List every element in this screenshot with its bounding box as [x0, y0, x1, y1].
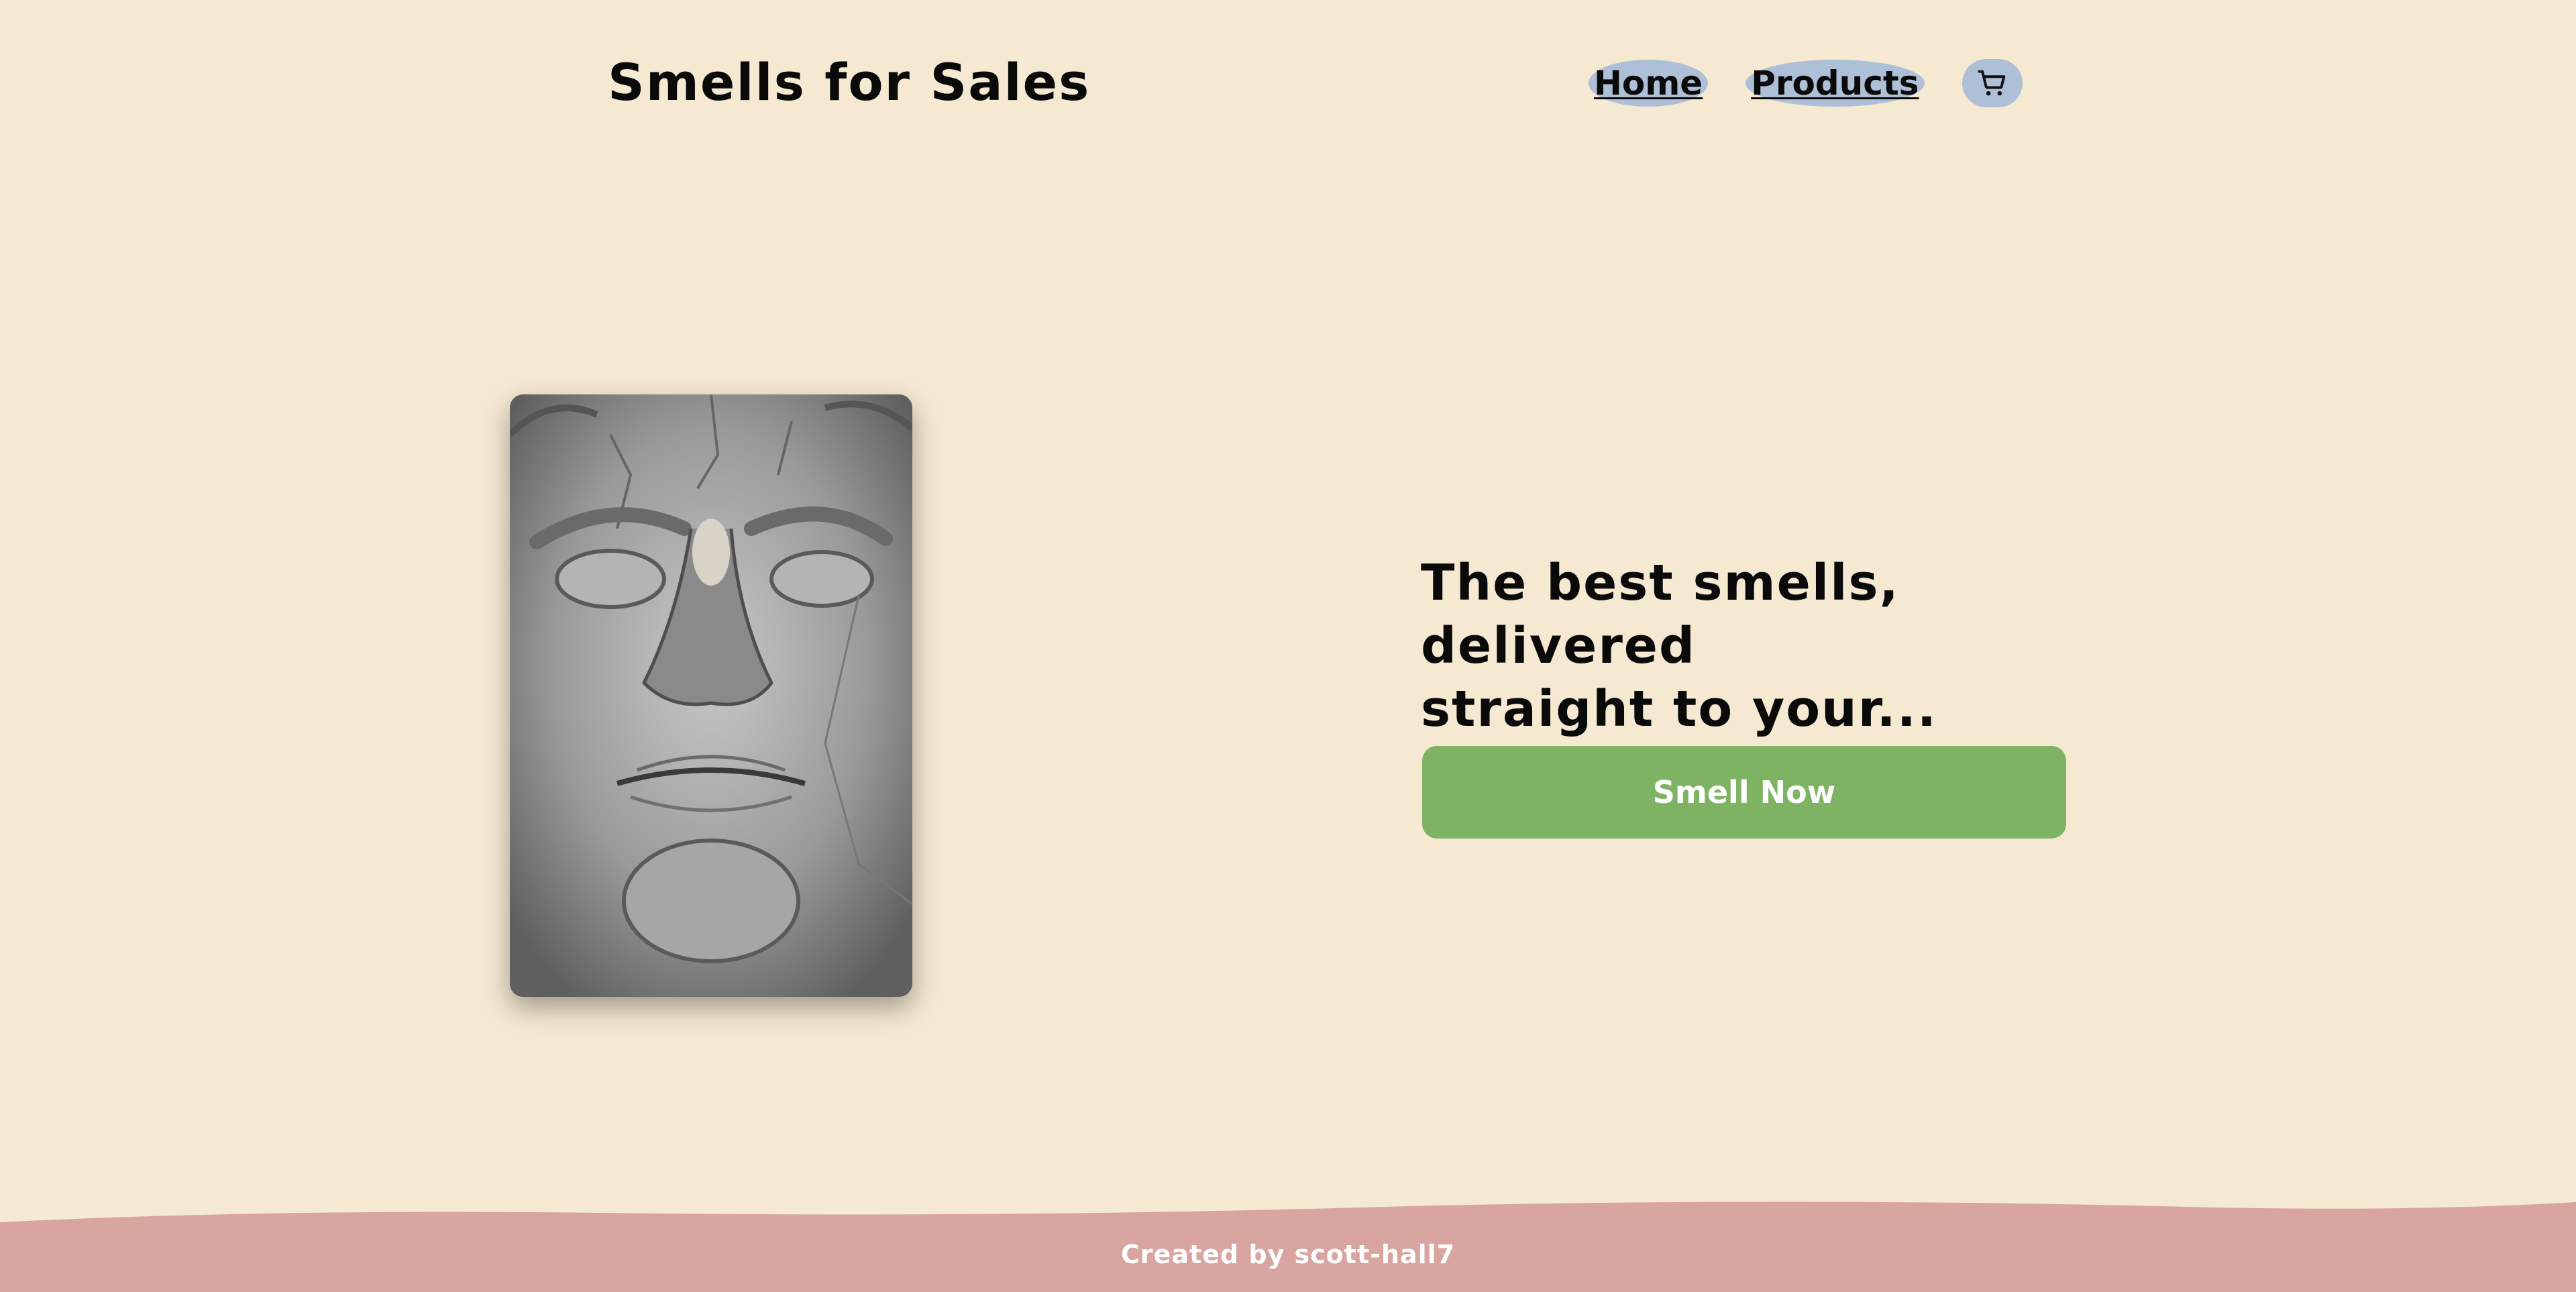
statue-face-image — [510, 394, 912, 997]
main-nav: Home Products — [1589, 59, 2023, 107]
cart-button[interactable] — [1962, 59, 2023, 107]
hero-headline-line1: The best smells, delivered — [1421, 554, 1900, 675]
site-brand[interactable]: Smells for Sales — [608, 52, 1090, 112]
nav-home-link[interactable]: Home — [1589, 60, 1709, 107]
page: Smells for Sales Home Products The best … — [0, 0, 2576, 1292]
nav-products-link[interactable]: Products — [1746, 60, 1925, 107]
smell-now-button[interactable]: Smell Now — [1422, 746, 2066, 839]
footer: Created by scott-hall7 — [0, 1187, 2576, 1292]
shopping-cart-icon — [1978, 70, 2005, 96]
footer-credit: Created by scott-hall7 — [1120, 1240, 1456, 1269]
